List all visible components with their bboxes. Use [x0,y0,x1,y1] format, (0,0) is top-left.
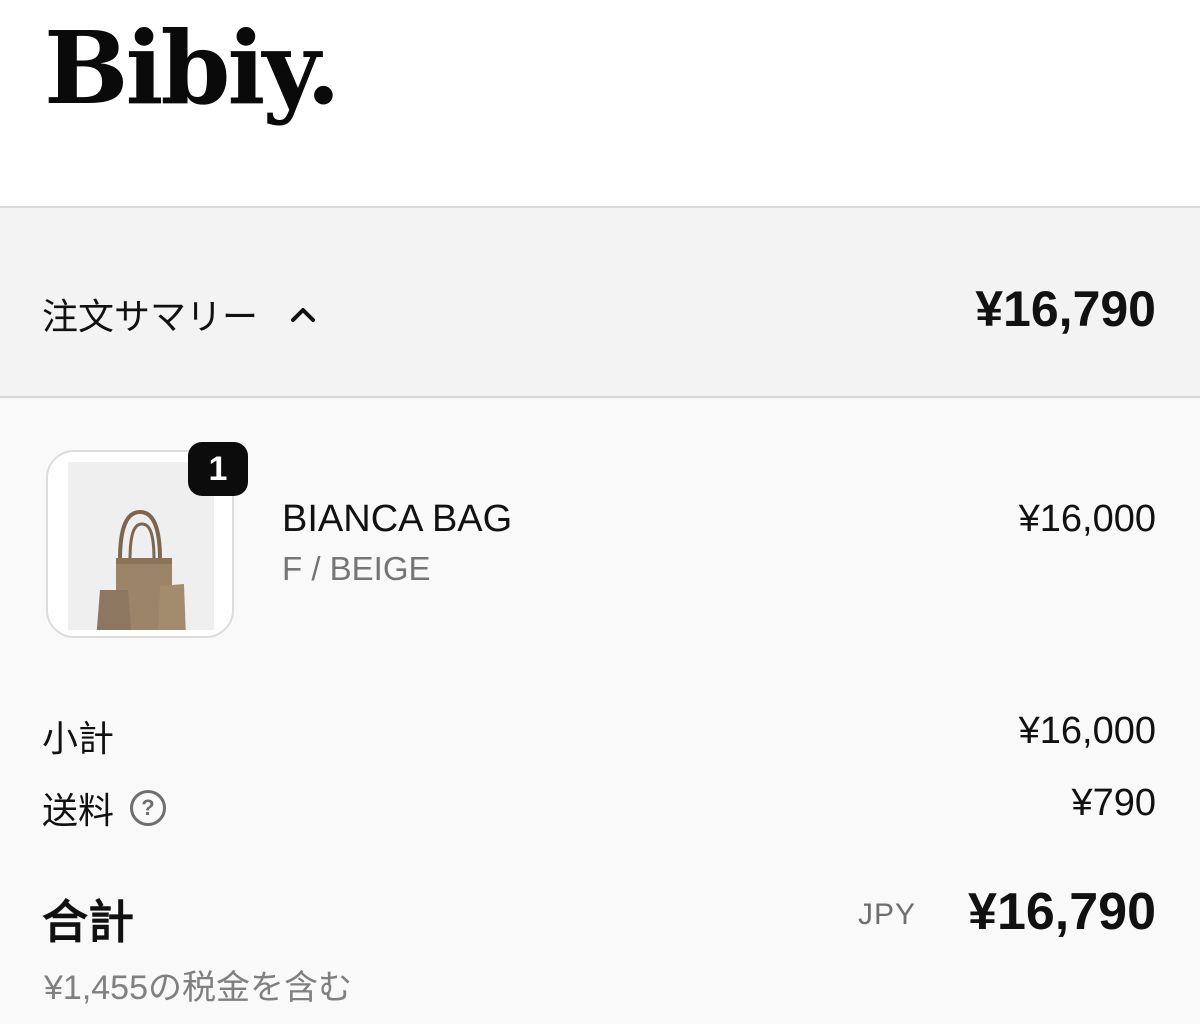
header: Bibiy. [0,0,1200,206]
question-circle-icon[interactable]: ? [130,790,167,826]
order-summary-total: ¥16,790 [975,281,1156,337]
chevron-up-icon[interactable] [288,299,318,329]
tax-note: ¥1,455の税金を含む [44,969,352,1007]
order-summary-bar[interactable]: 注文サマリー ¥16,790 [0,206,1200,398]
product-price: ¥16,000 [1018,498,1156,540]
shipping-label: 送料 [42,790,115,831]
order-summary-content: 1 BIANCA BAG F / BEIGE ¥16,000 小計 ¥16,00… [0,398,1200,1024]
order-summary-label: 注文サマリー [42,296,259,337]
currency-code: JPY [857,898,916,931]
brand-logo[interactable]: Bibiy. [44,18,341,118]
product-variant: F / BEIGE [282,550,431,587]
shipping-value: ¥790 [1071,782,1156,824]
shipping-row-label: 送料 ? [42,782,167,834]
quantity-badge: 1 [188,442,248,496]
total-value: ¥16,790 [968,883,1156,941]
total-label: 合計 [42,896,134,948]
order-summary-toggle[interactable]: 注文サマリー [42,288,318,340]
product-name: BIANCA BAG [282,498,513,540]
subtotal-value: ¥16,000 [1018,710,1156,752]
subtotal-label: 小計 [42,718,115,759]
